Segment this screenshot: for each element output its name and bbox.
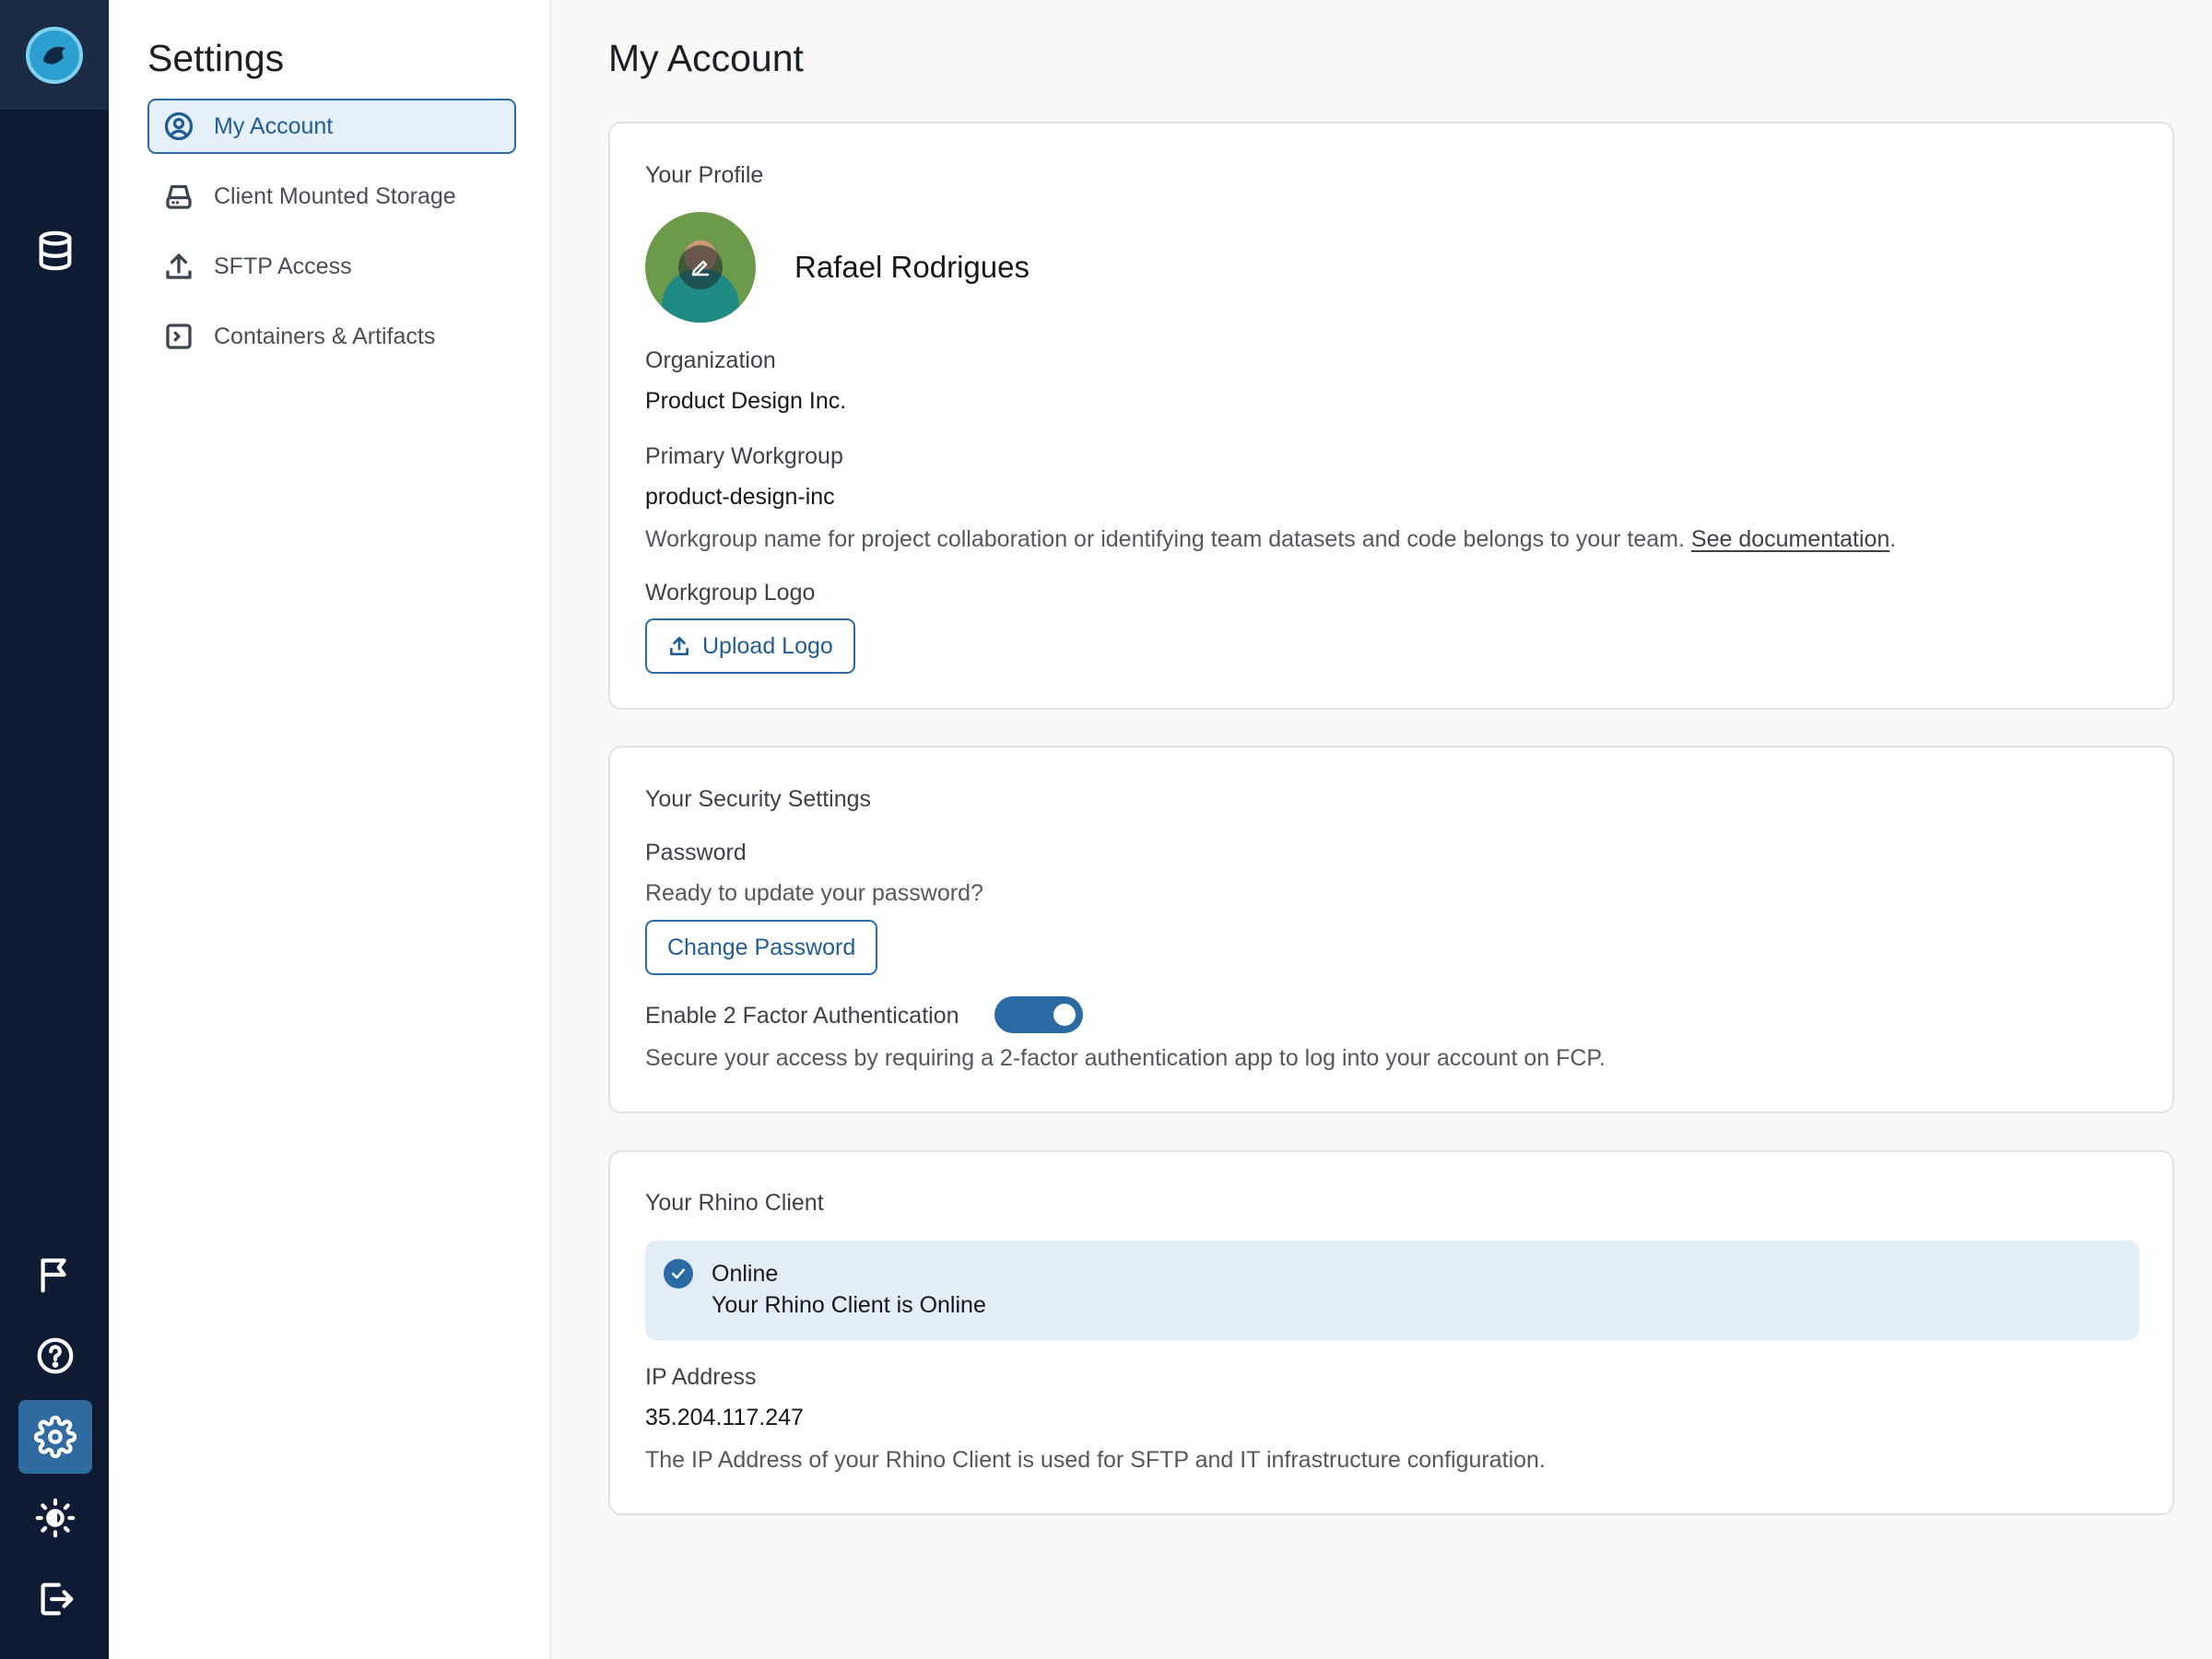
datasets-button[interactable] xyxy=(18,214,92,288)
icon-rail xyxy=(0,0,109,1659)
workgroup-label: Primary Workgroup xyxy=(645,443,843,469)
settings-sidebar: Settings My Account Client Mounted Stora… xyxy=(109,0,551,1659)
theme-button[interactable] xyxy=(18,1481,92,1555)
pencil-icon xyxy=(691,260,710,276)
security-card: Your Security Settings Password Ready to… xyxy=(608,746,2174,1113)
workgroup-value: product-design-inc xyxy=(645,484,835,510)
client-status-text: Your Rhino Client is Online xyxy=(712,1292,986,1318)
page-title: My Account xyxy=(608,37,804,79)
workgroup-help-text: Workgroup name for project collaboration… xyxy=(645,526,1685,552)
organization-value: Product Design Inc. xyxy=(645,388,847,414)
ip-address-label: IP Address xyxy=(645,1364,757,1390)
profile-section-title: Your Profile xyxy=(645,162,764,188)
avatar[interactable] xyxy=(645,212,756,323)
logo-container[interactable] xyxy=(0,0,109,110)
change-password-button[interactable]: Change Password xyxy=(645,920,878,975)
workgroup-logo-label: Workgroup Logo xyxy=(645,580,816,606)
client-status-box: Online Your Rhino Client is Online xyxy=(645,1241,2139,1340)
password-label: Password xyxy=(645,840,747,865)
sidebar-title: Settings xyxy=(147,37,285,79)
terminal-box-icon xyxy=(160,318,197,355)
profile-card: Your Profile Rafael Rodrigues Organizati… xyxy=(608,122,2174,710)
client-status-title: Online xyxy=(712,1261,779,1287)
hard-drive-icon xyxy=(160,178,197,215)
logout-icon xyxy=(41,1583,74,1616)
two-factor-help: Secure your access by requiring a 2-fact… xyxy=(645,1045,1606,1071)
settings-button[interactable] xyxy=(18,1400,92,1474)
security-section-title: Your Security Settings xyxy=(645,786,872,812)
user-circle-icon xyxy=(160,108,197,145)
password-help: Ready to update your password? xyxy=(645,880,983,906)
flag-icon xyxy=(41,1258,66,1293)
app-logo-icon xyxy=(26,26,83,84)
two-factor-toggle[interactable] xyxy=(994,996,1083,1033)
see-documentation-link[interactable]: See documentation xyxy=(1691,526,1889,552)
change-password-label: Change Password xyxy=(667,934,856,960)
edit-avatar-button[interactable] xyxy=(678,245,723,289)
sidebar-item-label: Containers & Artifacts xyxy=(214,323,436,349)
ip-address-help: The IP Address of your Rhino Client is u… xyxy=(645,1447,1546,1473)
database-icon xyxy=(39,230,72,271)
check-circle-icon xyxy=(664,1259,693,1288)
upload-icon xyxy=(669,636,689,656)
workgroup-help-end: . xyxy=(1889,526,1897,552)
upload-icon xyxy=(160,248,197,285)
logout-button[interactable] xyxy=(18,1562,92,1636)
ip-address-value: 35.204.117.247 xyxy=(645,1405,804,1430)
organization-label: Organization xyxy=(645,347,776,373)
feedback-button[interactable] xyxy=(18,1238,92,1312)
upload-logo-button[interactable]: Upload Logo xyxy=(645,618,855,674)
sidebar-item-label: SFTP Access xyxy=(214,253,352,279)
profile-name: Rafael Rodrigues xyxy=(794,250,1030,284)
two-factor-label: Enable 2 Factor Authentication xyxy=(645,1003,959,1029)
sidebar-item-client-mounted-storage[interactable]: Client Mounted Storage xyxy=(147,169,516,224)
workgroup-help: Workgroup name for project collaboration… xyxy=(645,526,1896,553)
gear-icon xyxy=(34,1416,76,1458)
theme-toggle-icon xyxy=(35,1498,76,1538)
client-section-title: Your Rhino Client xyxy=(645,1190,824,1216)
sidebar-item-label: Client Mounted Storage xyxy=(214,182,456,209)
sidebar-item-label: My Account xyxy=(214,112,334,139)
help-icon xyxy=(37,1337,74,1374)
upload-logo-label: Upload Logo xyxy=(702,632,833,659)
rhino-client-card: Your Rhino Client Online Your Rhino Clie… xyxy=(608,1150,2174,1515)
sidebar-item-containers-artifacts[interactable]: Containers & Artifacts xyxy=(147,309,516,364)
toggle-knob xyxy=(1053,1004,1076,1026)
help-button[interactable] xyxy=(18,1319,92,1393)
sidebar-item-my-account[interactable]: My Account xyxy=(147,99,516,154)
sidebar-item-sftp-access[interactable]: SFTP Access xyxy=(147,239,516,294)
